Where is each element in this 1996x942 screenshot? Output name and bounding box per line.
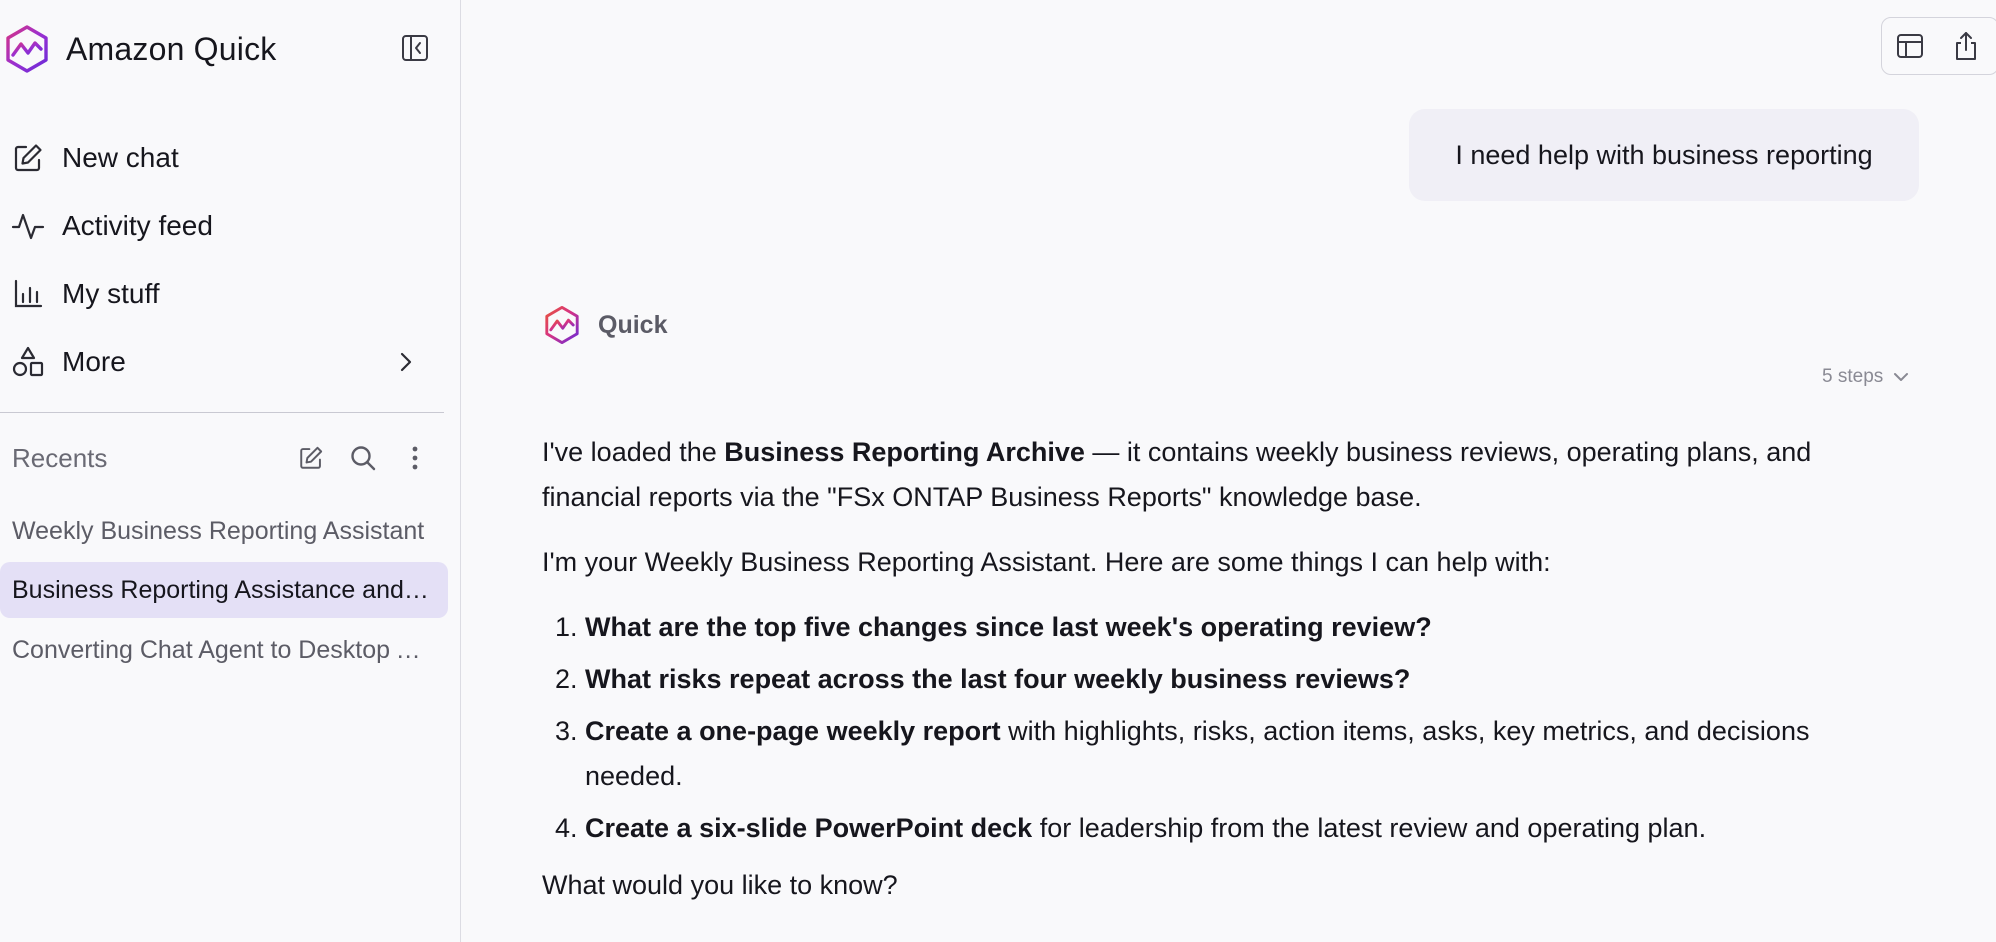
recent-item-label: Weekly Business Reporting Assistant (12, 516, 425, 545)
bold-text: Create a one-page weekly report (585, 716, 1001, 746)
recents-actions (294, 440, 432, 476)
search-icon (351, 446, 376, 471)
shapes-icon (10, 344, 46, 380)
compose-icon (10, 140, 46, 176)
nav-activity-feed[interactable]: Activity feed (0, 192, 444, 260)
bold-text: What risks repeat across the last four w… (585, 664, 1411, 694)
sidebar: Amazon Quick New chat Activity feed My s… (0, 0, 461, 942)
sidebar-divider (0, 412, 444, 413)
suggestion-list: What are the top five changes since last… (585, 605, 1882, 851)
bar-chart-icon (10, 276, 46, 312)
app: Amazon Quick New chat Activity feed My s… (0, 0, 1996, 942)
agent-message: I've loaded the Business Reporting Archi… (542, 430, 1882, 928)
nav-label: Activity feed (62, 210, 213, 241)
steps-label: 5 steps (1822, 366, 1884, 387)
list-item: What are the top five changes since last… (585, 605, 1882, 650)
bold-text: What are the top five changes since last… (585, 612, 1432, 642)
more-vertical-icon (412, 446, 418, 470)
message-paragraph: I'm your Weekly Business Reporting Assis… (542, 547, 1551, 577)
open-panel-button[interactable] (1882, 18, 1938, 74)
bold-text: Business Reporting Archive (724, 437, 1085, 467)
window-panel-icon (1897, 34, 1923, 58)
recent-item-label: Converting Chat Agent to Desktop App (12, 635, 432, 664)
main-nav: New chat Activity feed My stuff More (0, 124, 444, 396)
recents-title: Recents (12, 442, 108, 473)
nav-label: My stuff (62, 278, 160, 309)
bold-text: Create a six-slide PowerPoint deck (585, 813, 1033, 843)
message-paragraph: I've loaded the Business Reporting Archi… (542, 430, 1882, 520)
recents-header: Recents (12, 440, 432, 476)
app-name: Amazon Quick (66, 30, 277, 67)
nav-my-stuff[interactable]: My stuff (0, 260, 444, 328)
nav-label: More (62, 346, 126, 377)
chevron-down-icon (1894, 373, 1909, 381)
share-button[interactable] (1938, 18, 1994, 74)
top-toolbar (1881, 17, 1996, 75)
quick-logo-icon (6, 25, 48, 73)
nav-label: New chat (62, 142, 179, 173)
chevron-right-icon (400, 352, 412, 372)
quick-logo-icon (545, 305, 579, 345)
user-message-text: I need help with business reporting (1455, 139, 1873, 170)
recents-search-button[interactable] (346, 440, 380, 476)
collapse-sidebar-button[interactable] (398, 31, 432, 65)
text-run: for leadership from the latest review an… (1032, 813, 1707, 843)
nav-more[interactable]: More (0, 328, 444, 396)
recent-item[interactable]: Converting Chat Agent to Desktop App (0, 622, 448, 678)
nav-new-chat[interactable]: New chat (0, 124, 444, 192)
user-message-bubble: I need help with business reporting (1409, 109, 1919, 201)
text-run: I've loaded the (542, 437, 725, 467)
collapse-sidebar-icon (402, 35, 428, 61)
share-icon (1956, 32, 1976, 60)
steps-toggle[interactable]: 5 steps (1822, 364, 1909, 390)
agent-name: Quick (598, 310, 668, 339)
recent-item-active[interactable]: Business Reporting Assistance and Templa… (0, 562, 448, 618)
recent-item-label: Business Reporting Assistance and Templa… (12, 575, 432, 604)
agent-header: Quick (542, 303, 667, 347)
recents-new-button[interactable] (294, 440, 328, 476)
activity-icon (10, 208, 46, 244)
compose-icon (300, 446, 323, 469)
recent-item[interactable]: Weekly Business Reporting Assistant (0, 503, 448, 559)
brand[interactable]: Amazon Quick (0, 22, 276, 76)
recents-menu-button[interactable] (398, 440, 432, 476)
list-item: Create a one-page weekly report with hig… (585, 709, 1882, 799)
list-item: Create a six-slide PowerPoint deck for l… (585, 806, 1882, 851)
message-closing: What would you like to know? (542, 870, 898, 900)
list-item: What risks repeat across the last four w… (585, 657, 1882, 702)
